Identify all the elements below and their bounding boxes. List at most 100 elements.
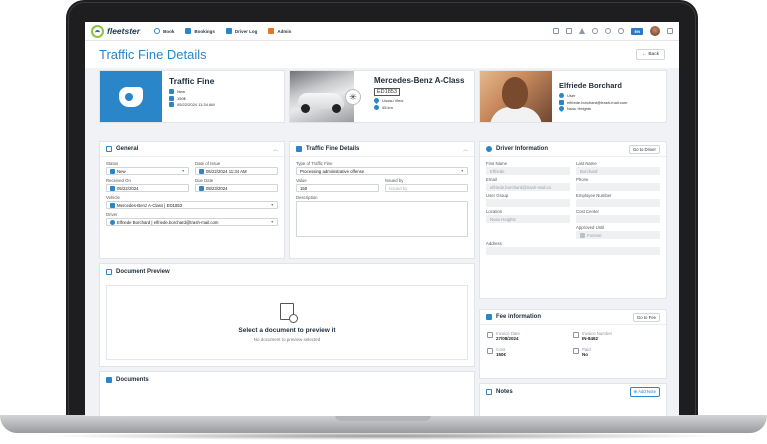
driver-photo [480, 71, 552, 122]
add-note-label: Add Note [638, 388, 656, 394]
warning-icon[interactable] [579, 28, 586, 34]
due-date-field[interactable]: 08/23/2024 [195, 184, 278, 192]
email-field: elfriede.borchard@trash-mail.co [486, 183, 570, 191]
employee-number-label: Employee Number [576, 193, 612, 198]
collapse-chevron-icon[interactable]: ︿ [273, 146, 278, 153]
issued-by-input[interactable]: Issued by [385, 184, 468, 192]
last-name-field: Borchard [576, 167, 660, 175]
nav-admin[interactable]: Admin [268, 28, 291, 34]
address-field [486, 247, 660, 255]
money-icon [487, 348, 493, 354]
vehicle-card[interactable]: ✳ Mercedes-Benz A-Class ED1853 Lisosu Vi… [289, 70, 475, 123]
vehicle-location: Lisosu View [382, 98, 404, 103]
vehicle-select[interactable]: Mercedes-Benz A-Class | ED1853 ▼ [106, 201, 278, 209]
nav-bookings[interactable]: Bookings [185, 28, 215, 34]
fine-type-select[interactable]: Processing administrative offense ▼ [296, 167, 468, 175]
page-title: Traffic Fine Details [99, 47, 207, 62]
user-group-field [486, 199, 570, 207]
phone-field [576, 183, 660, 191]
calendar-icon [199, 185, 204, 191]
value-input[interactable]: 150 [296, 184, 379, 192]
driver-role: User [567, 93, 576, 98]
app-screen: fleetster Book Bookings Driver Log Admin… [85, 22, 679, 416]
fine-amount: 150€ [177, 95, 186, 101]
support-icon[interactable] [618, 28, 625, 34]
fleetster-logo[interactable]: fleetster [91, 24, 140, 38]
add-note-button[interactable]: ⊕ Add Note [629, 386, 660, 397]
cost-value: 150€ [496, 352, 507, 357]
user-avatar[interactable] [650, 26, 660, 36]
cost-center-field [576, 215, 660, 223]
document-preview-panel: Document Preview Select a document to pr… [99, 263, 475, 367]
driver-name: Elfriede Borchard [559, 81, 622, 90]
document-preview-area: Select a document to preview it No docum… [106, 285, 468, 360]
value-label: Value [296, 178, 307, 183]
approved-until-value: Forever [587, 232, 602, 238]
location-pin-icon [557, 104, 566, 113]
user-group-label: User Group [486, 193, 509, 198]
logout-icon[interactable] [667, 28, 673, 34]
driver-label: Driver [106, 212, 118, 217]
vehicle-mileage: 45 km [382, 104, 393, 110]
due-date-value: 08/23/2024 [206, 185, 228, 191]
location-field: Nusu Heights [486, 215, 570, 223]
driver-select[interactable]: Elfriede Borchard | elfriede.borchard@tr… [106, 218, 278, 226]
nav-driver-log[interactable]: Driver Log [225, 28, 257, 34]
traffic-fine-icon-box [100, 71, 162, 122]
logo-icon [91, 24, 104, 38]
received-on-field[interactable]: 05/22/2024 [106, 184, 189, 192]
invoice-date-value: 27/08/2024 [496, 336, 519, 341]
phone-label: Phone [576, 177, 589, 182]
last-name-value: Borchard [580, 168, 598, 174]
driver-value: Elfriede Borchard | elfriede.borchard@tr… [117, 219, 219, 225]
back-button[interactable]: ← Back [636, 49, 665, 60]
go-to-fee-button[interactable]: Go to Fee [632, 312, 660, 322]
traffic-fine-card-title: Traffic Fine [169, 76, 215, 86]
car-icon [110, 202, 115, 208]
traffic-fine-card: Traffic Fine New 150€ 05/22/2024 11:34 A… [99, 70, 285, 123]
grid-icon[interactable] [566, 28, 573, 34]
status-label: Status [106, 161, 119, 166]
first-name-label: First Name [486, 161, 508, 166]
driver-information-title: Driver Information [496, 146, 549, 152]
issued-by-label: Issued by [385, 178, 404, 183]
whistle-icon [119, 86, 143, 107]
license-plate: ED1853 [374, 88, 400, 96]
date-of-issue-field[interactable]: 05/22/2024 11:34 AM [195, 167, 278, 175]
employee-number-field [576, 199, 660, 207]
fine-type-label: Type of Traffic Fine [296, 161, 333, 166]
date-of-issue-label: Date of Issue [195, 161, 221, 166]
status-icon [169, 89, 174, 94]
summary-cards: Traffic Fine New 150€ 05/22/2024 11:34 A… [99, 70, 667, 123]
driver-card[interactable]: Elfriede Borchard User elfriede.borchard… [479, 70, 667, 123]
document-icon [106, 376, 112, 383]
location-label: Location [486, 209, 503, 214]
help-icon[interactable] [592, 28, 599, 34]
general-panel: General ︿ Status New ▼ Date of Issue 05/2… [99, 141, 285, 259]
issued-by-placeholder: Issued by [389, 185, 408, 191]
status-select[interactable]: New ▼ [106, 167, 189, 175]
collapse-chevron-icon[interactable]: ︿ [463, 146, 468, 153]
fee-information-title: Fee information [496, 314, 542, 320]
traffic-fine-details-panel: Traffic Fine Details ︿ Type of Traffic F… [289, 141, 475, 259]
calendar-icon[interactable] [553, 28, 560, 34]
user-icon [559, 93, 564, 98]
driver-information-panel: Driver Information Go to Driver First Na… [479, 141, 667, 299]
go-to-driver-button[interactable]: Go to Driver [628, 144, 660, 154]
document-preview-empty-subtitle: No document to preview selected [253, 337, 321, 342]
fine-status: New [177, 89, 186, 94]
vehicle-value: Mercedes-Benz A-Class | ED1853 [117, 202, 183, 208]
language-selector[interactable]: EN [631, 27, 643, 35]
tools-icon [268, 28, 275, 34]
chevron-down-icon: ▼ [460, 169, 464, 173]
approved-until-label: Approved Until [576, 225, 605, 230]
chevron-down-icon: ▼ [270, 203, 274, 207]
laptop-shadow [40, 432, 727, 440]
description-textarea[interactable] [296, 201, 468, 237]
calendar-icon [487, 332, 493, 338]
document-preview-title: Document Preview [116, 268, 170, 275]
approved-until-field: Forever [576, 231, 660, 239]
settings-icon[interactable] [605, 28, 612, 34]
invoice-number-value: IN-8462 [582, 336, 599, 341]
nav-book[interactable]: Book [154, 28, 174, 34]
